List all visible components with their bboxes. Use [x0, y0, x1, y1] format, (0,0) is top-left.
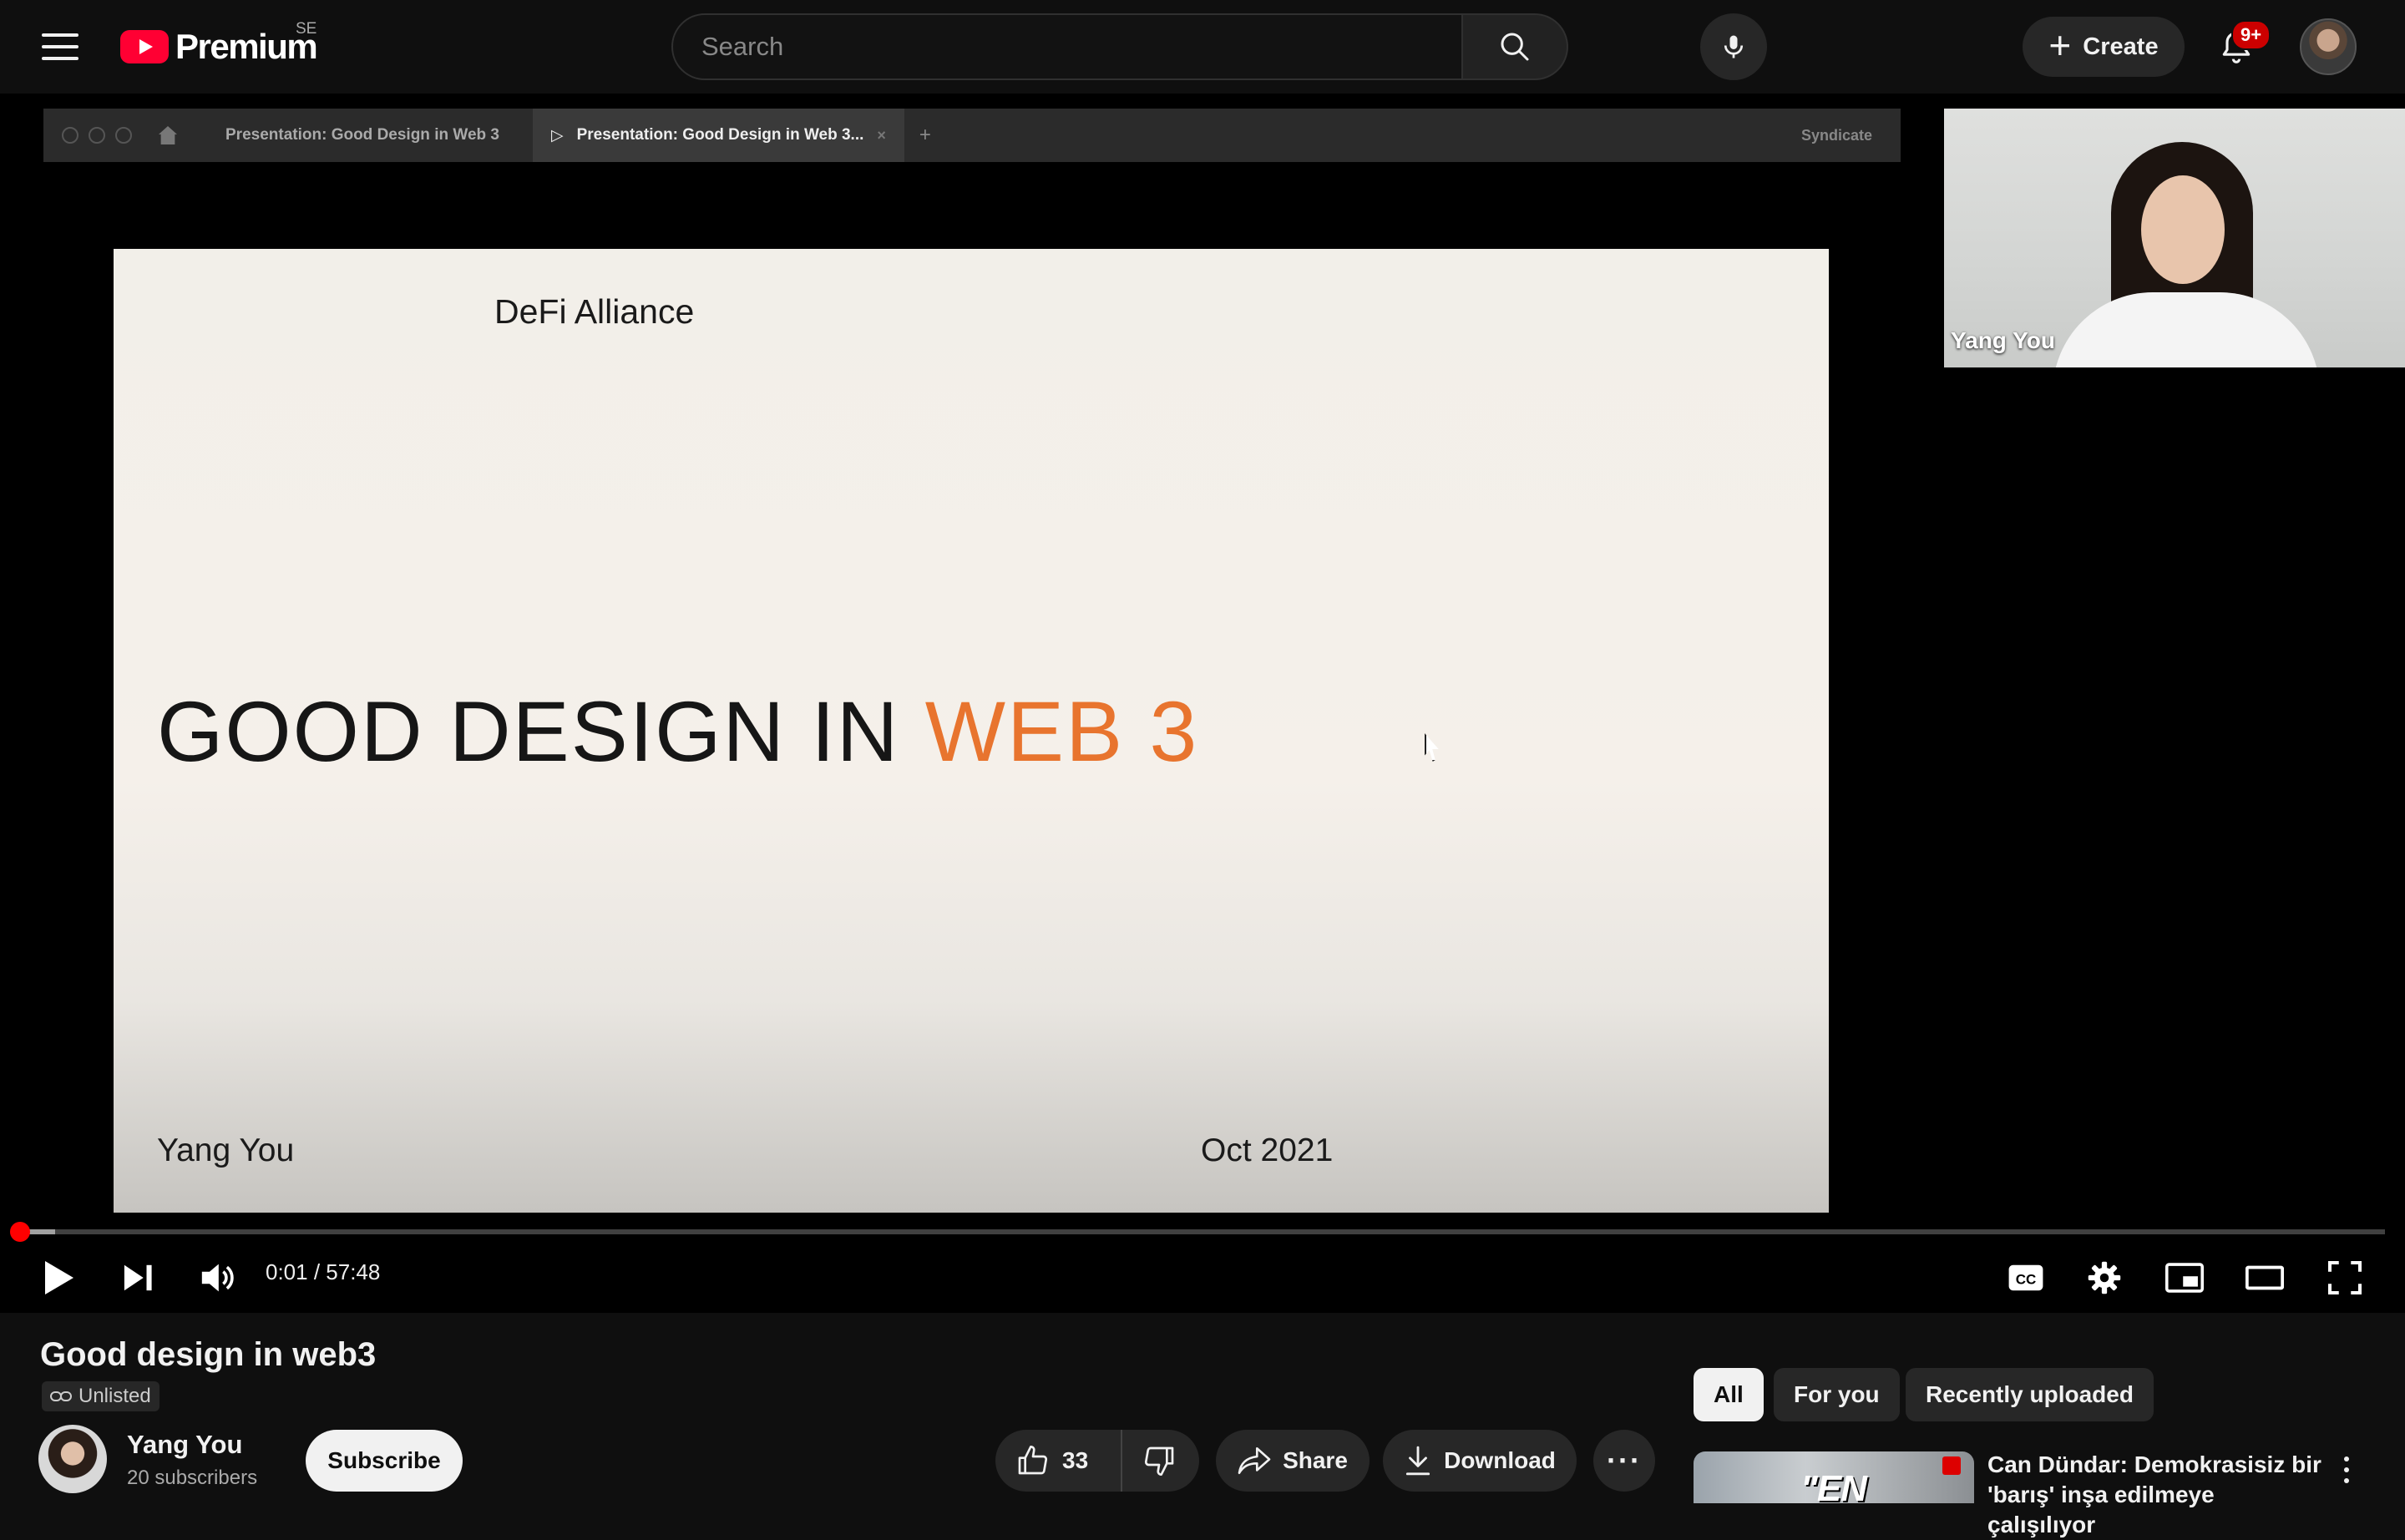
chip-recently-uploaded[interactable]: Recently uploaded — [1906, 1368, 2154, 1421]
browser-tab-active: ▷ Presentation: Good Design in Web 3... … — [532, 109, 904, 162]
miniplayer-button[interactable] — [2163, 1256, 2206, 1299]
fullscreen-button[interactable] — [2323, 1256, 2367, 1299]
recommendation-title[interactable]: Can Dündar: Demokrasisiz bir 'barış' inş… — [1987, 1450, 2321, 1540]
skip-next-icon — [124, 1264, 152, 1291]
slide-title: GOOD DESIGN IN WEB 3 — [157, 683, 1198, 781]
search-button[interactable] — [1463, 13, 1568, 80]
webcam-name: Yang You — [1951, 327, 2055, 353]
new-tab-icon: + — [919, 124, 931, 146]
home-icon — [159, 126, 177, 144]
create-button[interactable]: + Create — [2023, 17, 2185, 77]
miniplayer-icon — [2165, 1263, 2204, 1293]
chip-for-you[interactable]: For you — [1774, 1368, 1900, 1421]
browser-tab-label: Presentation: Good Design in Web 3... — [576, 126, 864, 144]
more-vert-icon[interactable] — [2338, 1453, 2355, 1487]
theater-icon — [2246, 1265, 2284, 1290]
progress-bar[interactable] — [20, 1229, 2385, 1234]
slide-title-accent: WEB 3 — [924, 684, 1199, 779]
like-button[interactable]: 33 — [995, 1430, 1122, 1492]
share-icon — [1238, 1446, 1271, 1475]
youtube-premium-logo[interactable]: Premium SE — [120, 20, 318, 68]
visibility-badge: Unlisted — [42, 1381, 159, 1411]
subscribe-button[interactable]: Subscribe — [306, 1430, 463, 1492]
browser-right-label: Syndicate — [1800, 126, 1872, 144]
channel-name[interactable]: Yang You — [127, 1430, 242, 1460]
slide-title-main: GOOD DESIGN IN — [157, 684, 900, 779]
slide-date: Oct 2021 — [1201, 1132, 1334, 1168]
play-icon — [45, 1261, 73, 1294]
menu-icon[interactable] — [38, 28, 82, 65]
search-bar — [671, 13, 1568, 80]
theater-mode-button[interactable] — [2243, 1256, 2286, 1299]
settings-button[interactable] — [2083, 1256, 2126, 1299]
slide-org: DeFi Alliance — [494, 292, 695, 331]
fullscreen-icon — [2328, 1261, 2362, 1294]
download-button[interactable]: Download — [1383, 1430, 1577, 1492]
account-avatar[interactable] — [2300, 18, 2357, 75]
next-button[interactable] — [117, 1256, 160, 1299]
search-field[interactable] — [671, 13, 1463, 80]
more-actions-button[interactable]: ··· — [1593, 1430, 1655, 1492]
play-button[interactable] — [37, 1256, 80, 1299]
video-player[interactable]: Presentation: Good Design in Web 3 ▷ Pre… — [0, 94, 2405, 1313]
volume-icon — [201, 1264, 234, 1292]
presentation-slide: DeFi Alliance GOOD DESIGN IN WEB 3 Yang … — [114, 249, 1829, 1213]
video-title: Good design in web3 — [40, 1336, 377, 1373]
voice-search-button[interactable] — [1700, 13, 1767, 80]
close-icon: × — [877, 126, 886, 144]
logo-region: SE — [296, 20, 317, 38]
download-label: Download — [1444, 1447, 1556, 1473]
notifications-badge: 9+ — [2231, 20, 2271, 50]
top-bar: Premium SE + Create 9+ — [0, 0, 2405, 94]
progress-scrubber[interactable] — [10, 1222, 30, 1242]
time-display: 0:01 / 57:48 — [266, 1259, 381, 1284]
microphone-icon — [1724, 35, 1744, 58]
captions-button[interactable]: CC — [2002, 1256, 2049, 1299]
visibility-label: Unlisted — [78, 1385, 151, 1407]
search-input[interactable] — [701, 32, 1461, 62]
window-dots — [62, 127, 132, 144]
search-icon — [1501, 33, 1529, 61]
chip-all[interactable]: All — [1694, 1368, 1764, 1421]
link-icon — [50, 1391, 72, 1401]
svg-text:CC: CC — [2016, 1272, 2037, 1288]
subscriber-count: 20 subscribers — [127, 1467, 258, 1489]
download-icon — [1406, 1446, 1430, 1476]
youtube-play-icon — [120, 30, 169, 63]
video-browser-bar: Presentation: Good Design in Web 3 ▷ Pre… — [43, 109, 1901, 162]
speaker-webcam: Yang You — [1944, 109, 2405, 367]
create-label: Create — [2083, 33, 2159, 60]
captions-icon: CC — [2008, 1264, 2043, 1291]
share-label: Share — [1283, 1447, 1348, 1473]
share-button[interactable]: Share — [1216, 1430, 1370, 1492]
play-tab-icon: ▷ — [550, 126, 564, 144]
channel-avatar[interactable] — [38, 1425, 107, 1493]
volume-button[interactable] — [194, 1256, 240, 1299]
like-dislike-group: 33 — [995, 1430, 1199, 1492]
thumbs-down-icon — [1145, 1446, 1174, 1476]
thumbs-up-icon — [1018, 1446, 1047, 1475]
like-count: 33 — [1062, 1447, 1089, 1473]
browser-tab: Presentation: Good Design in Web 3 — [225, 126, 499, 144]
slide-author: Yang You — [157, 1132, 295, 1168]
plus-icon: + — [2048, 23, 2072, 67]
recommendation-thumbnail[interactable]: "EN BÜYÜK — [1694, 1451, 1974, 1503]
dislike-button[interactable] — [1122, 1444, 1197, 1477]
more-horiz-icon: ··· — [1607, 1443, 1642, 1477]
gear-icon — [2088, 1261, 2121, 1294]
